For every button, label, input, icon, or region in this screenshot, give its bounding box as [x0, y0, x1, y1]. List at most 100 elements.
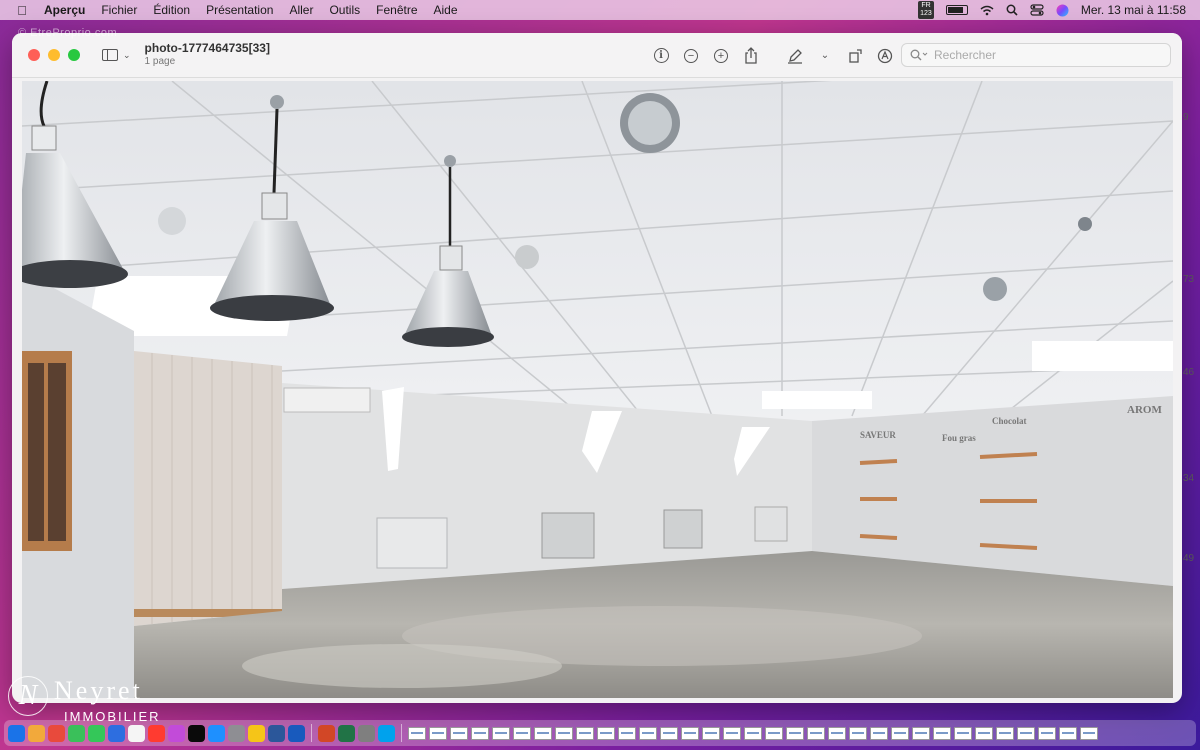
- menu-edition[interactable]: Édition: [145, 3, 198, 17]
- markup-icon[interactable]: [780, 43, 810, 69]
- search-input[interactable]: [934, 48, 1154, 62]
- minimize-button[interactable]: [48, 49, 60, 61]
- dock-minimized-window[interactable]: [681, 726, 699, 740]
- document-name[interactable]: photo-1777464735[33]: [145, 42, 270, 55]
- sidebar-icon: [102, 49, 118, 61]
- dock-minimized-window[interactable]: [807, 726, 825, 740]
- dock-minimized-window[interactable]: [450, 726, 468, 740]
- dock-app-icon[interactable]: [188, 724, 205, 742]
- dock-minimized-window[interactable]: [1080, 726, 1098, 740]
- chevron-down-icon: ⌄: [123, 49, 131, 60]
- edge-label: 46: [1183, 367, 1195, 378]
- dock-minimized-window[interactable]: [1059, 726, 1077, 740]
- dock-app-icon[interactable]: [378, 724, 395, 742]
- dock-minimized-window[interactable]: [723, 726, 741, 740]
- sidebar-toggle-button[interactable]: ⌄: [102, 49, 131, 61]
- dock-minimized-window[interactable]: [996, 726, 1014, 740]
- rotate-icon[interactable]: [840, 43, 870, 69]
- wall-word-saveur: SAVEUR: [860, 430, 896, 440]
- dock-minimized-window[interactable]: [828, 726, 846, 740]
- dock-app-icon[interactable]: [128, 724, 145, 742]
- dock-minimized-window[interactable]: [1017, 726, 1035, 740]
- dock-minimized-window[interactable]: [408, 726, 426, 740]
- dock-minimized-window[interactable]: [534, 726, 552, 740]
- zoom-in-icon[interactable]: +: [706, 43, 736, 69]
- dock-app-icon[interactable]: [358, 724, 375, 742]
- dock-minimized-window[interactable]: [1038, 726, 1056, 740]
- siri-icon[interactable]: [1056, 4, 1069, 17]
- toolbar: i − + ⌄: [646, 33, 900, 78]
- fullscreen-button[interactable]: [68, 49, 80, 61]
- room-photo: SAVEUR Fou gras Chocolat AROM: [22, 81, 1173, 698]
- info-icon[interactable]: i: [646, 43, 676, 69]
- dock-minimized-window[interactable]: [912, 726, 930, 740]
- apple-icon[interactable]: : [8, 3, 36, 18]
- document-title: photo-1777464735[33] 1 page: [145, 42, 270, 68]
- edge-label: 49: [1183, 553, 1195, 564]
- dock-minimized-window[interactable]: [618, 726, 636, 740]
- menu-aller[interactable]: Aller: [281, 3, 321, 17]
- menu-outils[interactable]: Outils: [321, 3, 368, 17]
- control-center-icon[interactable]: [1030, 4, 1044, 16]
- dock-app-icon[interactable]: [8, 724, 25, 742]
- markup-menu-icon[interactable]: ⌄: [810, 43, 840, 69]
- dock-minimized-window[interactable]: [513, 726, 531, 740]
- dock-minimized-window[interactable]: [765, 726, 783, 740]
- search-field[interactable]: [901, 43, 1171, 67]
- menu-bar:  Aperçu Fichier Édition Présentation Al…: [0, 0, 1200, 20]
- dock-minimized-window[interactable]: [639, 726, 657, 740]
- dock: [4, 720, 1196, 746]
- dock-minimized-window[interactable]: [849, 726, 867, 740]
- wall-word-chocolat: Chocolat: [992, 416, 1027, 426]
- dock-minimized-window[interactable]: [555, 726, 573, 740]
- dock-minimized-window[interactable]: [660, 726, 678, 740]
- dock-minimized-window[interactable]: [702, 726, 720, 740]
- dock-app-icon[interactable]: [68, 724, 85, 742]
- dock-minimized-window[interactable]: [492, 726, 510, 740]
- spotlight-icon[interactable]: [1006, 4, 1018, 16]
- dock-app-icon[interactable]: [268, 724, 285, 742]
- share-icon[interactable]: [736, 43, 766, 69]
- dock-app-icon[interactable]: [168, 724, 185, 742]
- dock-app-icon[interactable]: [318, 724, 335, 742]
- menu-aide[interactable]: Aide: [426, 3, 466, 17]
- preview-window: ⌄ photo-1777464735[33] 1 page i − + ⌄ Re…: [12, 33, 1182, 703]
- dock-minimized-window[interactable]: [429, 726, 447, 740]
- menu-clock[interactable]: Mer. 13 mai à 11:58: [1081, 3, 1186, 17]
- dock-app-icon[interactable]: [88, 724, 105, 742]
- dock-minimized-window[interactable]: [576, 726, 594, 740]
- dock-app-icon[interactable]: [48, 724, 65, 742]
- dock-minimized-window[interactable]: [891, 726, 909, 740]
- dock-app-icon[interactable]: [148, 724, 165, 742]
- photo-view[interactable]: SAVEUR Fou gras Chocolat AROM: [22, 81, 1173, 698]
- keyboard-layout-icon[interactable]: FR 123: [918, 1, 934, 19]
- dock-app-icon[interactable]: [108, 724, 125, 742]
- wifi-icon[interactable]: [980, 5, 994, 16]
- dock-app-icon[interactable]: [28, 724, 45, 742]
- annotate-icon[interactable]: [870, 43, 900, 69]
- zoom-out-icon[interactable]: −: [676, 43, 706, 69]
- dock-minimized-window[interactable]: [870, 726, 888, 740]
- dock-minimized-window[interactable]: [786, 726, 804, 740]
- dock-app-icon[interactable]: [338, 724, 355, 742]
- menu-fichier[interactable]: Fichier: [93, 3, 145, 17]
- dock-minimized-window[interactable]: [975, 726, 993, 740]
- dock-app-icon[interactable]: [288, 724, 305, 742]
- menu-app-name[interactable]: Aperçu: [36, 3, 93, 17]
- dock-minimized-window[interactable]: [597, 726, 615, 740]
- close-button[interactable]: [28, 49, 40, 61]
- dock-minimized-window[interactable]: [744, 726, 762, 740]
- dock-app-icon[interactable]: [208, 724, 225, 742]
- dock-minimized-window[interactable]: [954, 726, 972, 740]
- dock-app-icon[interactable]: [248, 724, 265, 742]
- wall-word-arom: AROM: [1127, 404, 1162, 416]
- battery-icon[interactable]: [945, 5, 968, 15]
- dock-app-icon[interactable]: [228, 724, 245, 742]
- menu-fenetre[interactable]: Fenêtre: [368, 3, 425, 17]
- watermark-text: © EtreProprio.com: [18, 27, 118, 39]
- window-titlebar: ⌄ photo-1777464735[33] 1 page i − + ⌄: [12, 33, 1182, 78]
- dock-minimized-window[interactable]: [933, 726, 951, 740]
- menu-presentation[interactable]: Présentation: [198, 3, 281, 17]
- page-count: 1 page: [144, 56, 176, 67]
- dock-minimized-window[interactable]: [471, 726, 489, 740]
